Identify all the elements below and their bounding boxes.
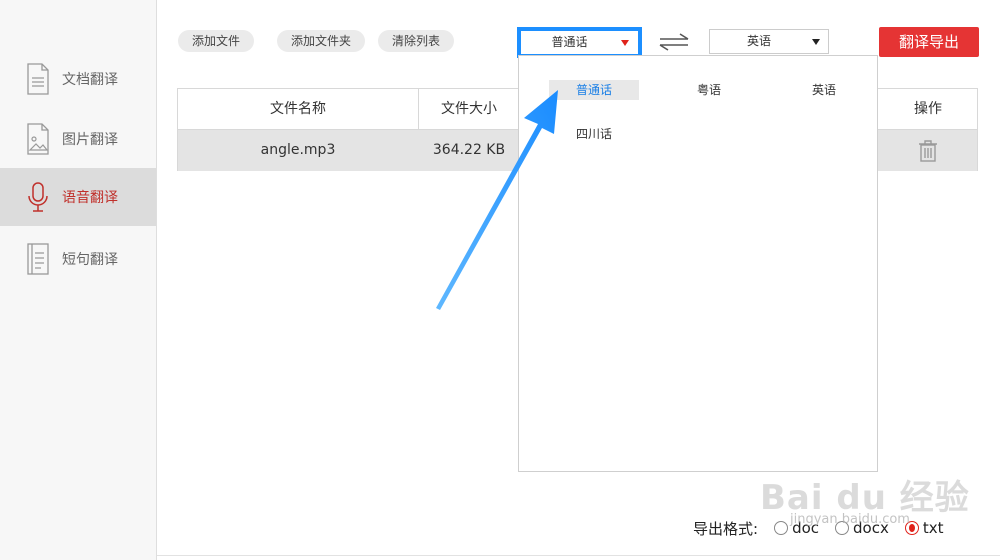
export-format-label: 导出格式: bbox=[693, 519, 759, 538]
sidebar-item-sentence[interactable]: 短句翻译 bbox=[0, 230, 156, 288]
target-language-value: 英语 bbox=[746, 34, 771, 48]
add-folder-button[interactable]: 添加文件夹 bbox=[277, 30, 366, 52]
swap-languages-icon[interactable] bbox=[658, 33, 690, 51]
app-window: 文档翻译 图片翻译 语音翻译 短句翻译 添加文件 添加文件夹 清除列表 普通话 bbox=[0, 0, 1000, 560]
image-icon bbox=[24, 123, 52, 155]
sidebar-item-document[interactable]: 文档翻译 bbox=[0, 50, 156, 108]
sidebar-item-label: 文档翻译 bbox=[62, 72, 118, 88]
header-action: 操作 bbox=[914, 101, 942, 117]
radio-circle bbox=[774, 521, 789, 535]
translate-export-button[interactable]: 翻译导出 bbox=[879, 27, 979, 57]
delete-icon[interactable] bbox=[878, 130, 978, 171]
baidu-watermark: Bai du 经验 bbox=[760, 478, 970, 518]
format-radio-doc[interactable]: doc bbox=[774, 519, 819, 537]
header-file-size: 文件大小 bbox=[441, 101, 497, 117]
format-radio-docx[interactable]: docx bbox=[835, 519, 889, 537]
radio-circle-selected bbox=[904, 521, 919, 535]
radio-circle bbox=[835, 521, 850, 535]
row-file-name: angle.mp3 bbox=[260, 142, 336, 158]
source-language-select[interactable]: 普通话 bbox=[517, 27, 642, 58]
source-language-value: 普通话 bbox=[551, 35, 588, 49]
dropdown-option-cantonese[interactable]: 粤语 bbox=[664, 80, 754, 100]
chevron-down-icon bbox=[812, 39, 820, 45]
sidebar: 文档翻译 图片翻译 语音翻译 短句翻译 bbox=[0, 0, 157, 560]
export-format-bar: 导出格式: doc docx txt bbox=[693, 516, 943, 540]
text-lines-icon bbox=[24, 243, 52, 275]
sidebar-item-label: 短句翻译 bbox=[62, 252, 118, 268]
format-radio-txt[interactable]: txt bbox=[904, 519, 944, 537]
language-dropdown: 普通话 粤语 英语 四川话 bbox=[518, 55, 878, 472]
divider bbox=[157, 555, 1000, 556]
clear-list-button[interactable]: 清除列表 bbox=[378, 30, 455, 52]
target-language-select[interactable]: 英语 bbox=[709, 29, 829, 54]
dropdown-option-sichuanese[interactable]: 四川话 bbox=[549, 124, 639, 144]
row-file-size: 364.22 KB bbox=[432, 142, 506, 158]
sidebar-item-image[interactable]: 图片翻译 bbox=[0, 110, 156, 168]
dropdown-option-mandarin[interactable]: 普通话 bbox=[549, 80, 639, 100]
sidebar-item-label: 语音翻译 bbox=[62, 190, 118, 206]
chevron-down-icon bbox=[621, 40, 629, 46]
format-label: doc bbox=[792, 519, 820, 537]
sidebar-item-label: 图片翻译 bbox=[62, 132, 118, 148]
header-file-name: 文件名称 bbox=[270, 101, 326, 117]
add-file-button[interactable]: 添加文件 bbox=[178, 30, 255, 52]
format-label: txt bbox=[922, 519, 944, 537]
document-icon bbox=[24, 63, 52, 95]
sidebar-item-voice[interactable]: 语音翻译 bbox=[0, 168, 156, 226]
format-label: docx bbox=[853, 519, 889, 537]
microphone-icon bbox=[24, 181, 52, 213]
dropdown-option-english[interactable]: 英语 bbox=[779, 80, 869, 100]
